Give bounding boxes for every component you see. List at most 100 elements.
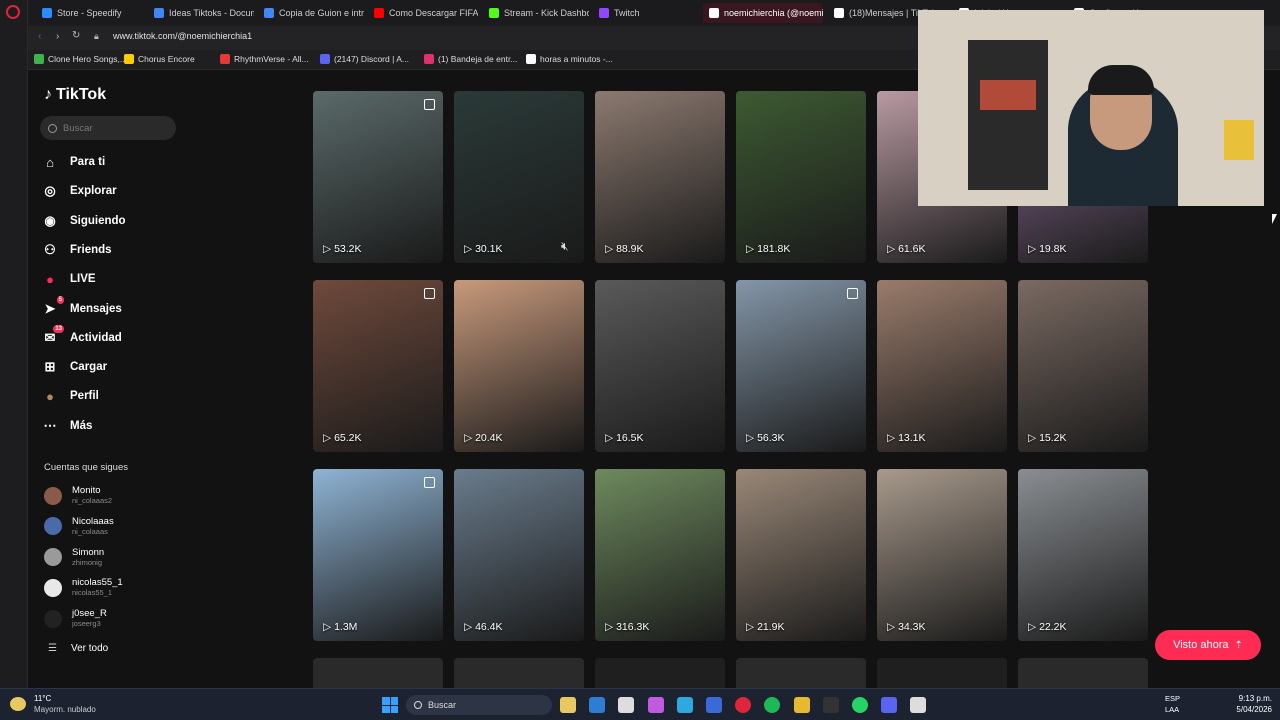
search-input[interactable]: Buscar bbox=[40, 116, 176, 140]
browser-tab[interactable]: Ideas Tiktoks - Docum bbox=[148, 3, 254, 23]
following-account[interactable]: Nicolaaas ni_colaaas bbox=[44, 516, 114, 536]
video-card[interactable]: ▷ 316.3K bbox=[595, 469, 725, 641]
video-card[interactable]: ▷ 65.2K bbox=[313, 280, 443, 452]
following-account[interactable]: Monito ni_colaaas2 bbox=[44, 486, 112, 505]
avatar bbox=[44, 578, 62, 597]
bookmark-item[interactable]: horas a minutos -... bbox=[526, 54, 613, 64]
bookmark-item[interactable]: (1) Bandeja de entr... bbox=[424, 54, 517, 64]
video-card[interactable]: ▷ 56.3K bbox=[736, 280, 866, 452]
folder-icon[interactable] bbox=[793, 697, 810, 713]
nav-item-siguiendo[interactable]: ◉ Siguiendo bbox=[42, 213, 125, 229]
language-indicator[interactable]: ESP bbox=[1165, 694, 1180, 703]
video-card[interactable]: ▷ 1.3M bbox=[313, 469, 443, 641]
forward-icon[interactable]: › bbox=[56, 31, 59, 42]
video-card[interactable]: ▷ 13.1K bbox=[877, 280, 1007, 452]
video-card-partial[interactable] bbox=[877, 658, 1007, 688]
watched-now-button[interactable]: Visto ahora ⇡ bbox=[1155, 630, 1261, 660]
following-account[interactable]: j0see_R joseerg3 bbox=[44, 609, 107, 628]
video-card[interactable]: ▷ 181.8K bbox=[736, 91, 866, 263]
browser-tab[interactable]: Store - Speedify bbox=[36, 3, 144, 23]
bookmark-item[interactable]: Chorus Encore bbox=[124, 54, 195, 64]
view-count-text: 34.3K bbox=[898, 621, 926, 633]
copilot-icon[interactable] bbox=[647, 697, 664, 713]
see-all-link[interactable]: ☰ Ver todo bbox=[48, 643, 108, 654]
mute-icon[interactable]: 🔇︎ bbox=[561, 239, 569, 254]
video-card[interactable]: ▷ 16.5K bbox=[595, 280, 725, 452]
url-field[interactable]: www.tiktok.com/@noemichierchia1 bbox=[113, 31, 252, 41]
app-icon[interactable] bbox=[618, 697, 635, 713]
view-count: ▷ 316.3K bbox=[605, 621, 649, 633]
play-icon: ▷ bbox=[464, 621, 473, 633]
nav-item-perfil[interactable]: ● Perfil bbox=[42, 388, 99, 404]
github-icon[interactable] bbox=[910, 697, 927, 713]
view-count-text: 22.2K bbox=[1039, 621, 1067, 633]
weather-temp[interactable]: 11°C bbox=[34, 694, 51, 703]
bookmark-favicon bbox=[34, 54, 44, 64]
view-count-text: 316.3K bbox=[616, 621, 650, 633]
nav-label: Cargar bbox=[70, 361, 108, 374]
video-card[interactable]: ▷ 30.1K bbox=[454, 91, 584, 263]
video-card[interactable]: ▷ 34.3K bbox=[877, 469, 1007, 641]
video-card[interactable]: ▷ 21.9K bbox=[736, 469, 866, 641]
activity-icon: ✉ 13 bbox=[44, 324, 64, 345]
reload-icon[interactable]: ↻ bbox=[72, 30, 80, 41]
video-card[interactable]: ▷ 15.2K bbox=[1018, 280, 1148, 452]
view-count: ▷ 20.4K bbox=[464, 432, 503, 444]
video-card-partial[interactable] bbox=[454, 658, 584, 688]
browser-tab[interactable]: Stream - Kick Dashbo bbox=[483, 3, 589, 23]
explorer-icon[interactable] bbox=[560, 697, 576, 713]
nav-item-para-ti[interactable]: ⌂ Para ti bbox=[42, 154, 105, 170]
view-count: ▷ 19.8K bbox=[1028, 243, 1067, 255]
nav-item-live[interactable]: ● LIVE bbox=[42, 271, 96, 287]
play-icon: ▷ bbox=[1028, 621, 1037, 633]
video-card[interactable]: ▷ 22.2K bbox=[1018, 469, 1148, 641]
spotify-icon[interactable] bbox=[764, 697, 781, 713]
nav-item-mensajes[interactable]: ➤ 5 Mensajes bbox=[42, 295, 122, 317]
taskbar-search[interactable]: Buscar bbox=[406, 695, 552, 715]
video-card[interactable]: ▷ 88.9K bbox=[595, 91, 725, 263]
bookmark-item[interactable]: RhythmVerse - All... bbox=[220, 54, 309, 64]
play-icon: ▷ bbox=[605, 243, 614, 255]
nav-item-cargar[interactable]: ⊞ Cargar bbox=[42, 359, 108, 375]
view-count-text: 181.8K bbox=[757, 243, 791, 255]
clock-time[interactable]: 9:13 p.m. bbox=[1232, 694, 1272, 703]
video-card[interactable]: ▷ 53.2K bbox=[313, 91, 443, 263]
file-explorer-icon[interactable] bbox=[589, 697, 606, 713]
windows-start-icon[interactable] bbox=[382, 697, 398, 713]
bookmark-favicon bbox=[220, 54, 230, 64]
nav-item-friends[interactable]: ⚇ Friends bbox=[42, 242, 111, 258]
browser-tab[interactable]: Como Descargar FIFA bbox=[368, 3, 478, 23]
bookmark-item[interactable]: Clone Hero Songs,... bbox=[34, 54, 127, 64]
opera-logo-icon[interactable] bbox=[6, 5, 20, 19]
list-icon: ☰ bbox=[48, 643, 57, 654]
bookmark-item[interactable]: (2147) Discord | A... bbox=[320, 54, 409, 64]
video-card-partial[interactable] bbox=[313, 658, 443, 688]
back-icon[interactable]: ‹ bbox=[38, 31, 41, 42]
following-account[interactable]: Simonn zhimonig bbox=[44, 547, 104, 567]
upload-icon: ⊞ bbox=[44, 359, 56, 375]
video-card[interactable]: ▷ 20.4K bbox=[454, 280, 584, 452]
epic-games-icon[interactable] bbox=[822, 697, 839, 713]
books-image bbox=[980, 80, 1036, 110]
bookmark-label: horas a minutos -... bbox=[540, 54, 613, 64]
whatsapp-icon[interactable] bbox=[852, 697, 868, 713]
video-card-partial[interactable] bbox=[1018, 658, 1148, 688]
discord-icon[interactable] bbox=[881, 697, 898, 713]
opera-icon[interactable] bbox=[735, 697, 752, 713]
nav-item-explorar[interactable]: ◎ Explorar bbox=[42, 183, 116, 199]
video-card-partial[interactable] bbox=[736, 658, 866, 688]
following-account[interactable]: nicolas55_1 nicolas55_1 bbox=[44, 578, 123, 597]
tab-favicon bbox=[834, 8, 844, 18]
avatar bbox=[44, 517, 62, 536]
account-name: j0see_R bbox=[72, 608, 107, 620]
nav-item-actividad[interactable]: ✉ 13 Actividad bbox=[42, 324, 122, 346]
browser-tab[interactable]: Copia de Guion e intro bbox=[258, 3, 364, 23]
video-card-partial[interactable] bbox=[595, 658, 725, 688]
video-card[interactable]: ▷ 46.4K bbox=[454, 469, 584, 641]
tiktok-logo[interactable]: ♪ TikTok bbox=[44, 86, 106, 104]
store-icon[interactable] bbox=[706, 697, 722, 713]
browser-tab[interactable]: Twitch bbox=[593, 3, 699, 23]
nav-item-más[interactable]: ⋯ Más bbox=[42, 418, 93, 434]
edge-icon[interactable] bbox=[676, 697, 693, 713]
browser-tab[interactable]: noemichierchia (@noemi bbox=[703, 3, 823, 23]
